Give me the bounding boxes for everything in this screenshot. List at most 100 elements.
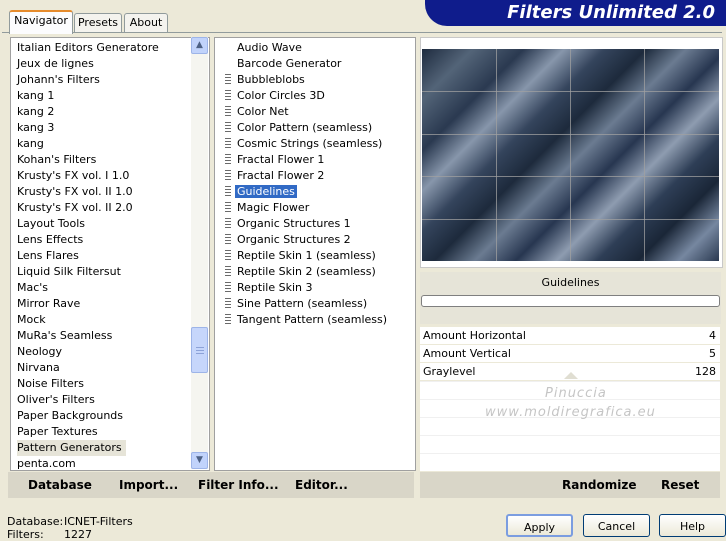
category-item[interactable]: Lens Effects <box>17 232 83 248</box>
filter-item-icon <box>225 186 231 196</box>
filter-item[interactable]: Color Pattern (seamless) <box>225 120 374 136</box>
filter-item[interactable]: Bubbleblobs <box>225 72 307 88</box>
reset-button[interactable]: Reset <box>661 472 699 498</box>
scroll-thumb[interactable] <box>191 327 208 373</box>
filter-item[interactable]: Tangent Pattern (seamless) <box>225 312 389 328</box>
category-item[interactable]: Krusty's FX vol. I 1.0 <box>17 168 129 184</box>
category-item[interactable]: kang 3 <box>17 120 54 136</box>
filter-item-label: Bubbleblobs <box>237 73 305 86</box>
category-item[interactable]: kang <box>17 136 44 152</box>
filter-item-icon <box>225 234 231 244</box>
category-item[interactable]: Paper Textures <box>17 424 98 440</box>
filter-item-icon <box>225 122 231 132</box>
filter-item-icon <box>225 202 231 212</box>
category-item[interactable]: Lens Flares <box>17 248 79 264</box>
database-button[interactable]: Database <box>28 472 92 498</box>
filter-item[interactable]: Fractal Flower 1 <box>225 152 326 168</box>
category-list[interactable]: Italian Editors Generatore Jeux de lignes… <box>10 37 210 471</box>
filter-item[interactable]: Barcode Generator <box>225 56 343 72</box>
category-item[interactable]: Nirvana <box>17 360 60 376</box>
category-item[interactable]: kang 2 <box>17 104 54 120</box>
scroll-down-icon[interactable]: ▼ <box>191 452 208 469</box>
filter-list[interactable]: Audio Wave Barcode Generator Bubbleblobs Co… <box>214 37 416 471</box>
filters-label: Filters: <box>7 528 44 541</box>
category-item[interactable]: Noise Filters <box>17 376 84 392</box>
filter-item-label: Color Circles 3D <box>237 89 325 102</box>
progress-bar <box>421 295 720 307</box>
param-label: Amount Horizontal <box>423 329 526 342</box>
filter-item[interactable]: Reptile Skin 3 <box>225 280 314 296</box>
filter-item-label: Cosmic Strings (seamless) <box>237 137 383 150</box>
randomize-button[interactable]: Randomize <box>562 472 636 498</box>
category-item[interactable]: Mock <box>17 312 46 328</box>
category-item[interactable]: Krusty's FX vol. II 2.0 <box>17 200 133 216</box>
cancel-button[interactable]: Cancel <box>583 514 650 537</box>
param-value[interactable]: 5 <box>709 345 716 362</box>
filter-item-label: Fractal Flower 1 <box>237 153 325 166</box>
filter-item[interactable]: Guidelines <box>225 184 297 200</box>
filter-item[interactable]: Magic Flower <box>225 200 311 216</box>
filter-item-icon <box>225 218 231 228</box>
param-row-empty <box>420 435 720 453</box>
filter-item-icon <box>225 298 231 308</box>
filter-item[interactable]: Reptile Skin 2 (seamless) <box>225 264 378 280</box>
filter-item-label: Reptile Skin 1 (seamless) <box>237 249 376 262</box>
filter-item-icon <box>225 138 231 148</box>
filter-item-icon <box>225 266 231 276</box>
filter-item-icon <box>225 74 231 84</box>
category-item[interactable]: Paper Backgrounds <box>17 408 123 424</box>
filter-item[interactable]: Fractal Flower 2 <box>225 168 326 184</box>
app-title: Filters Unlimited 2.0 <box>507 2 715 23</box>
filter-item-label: Guidelines <box>235 185 297 198</box>
category-item[interactable]: Layout Tools <box>17 216 85 232</box>
filter-item-label: Fractal Flower 2 <box>237 169 325 182</box>
slider-marker-icon <box>564 372 578 379</box>
param-row[interactable]: Amount Vertical 5 <box>420 345 720 362</box>
category-item[interactable]: kang 1 <box>17 88 54 104</box>
tab-navigator[interactable]: Navigator <box>9 10 73 34</box>
param-value[interactable]: 128 <box>695 363 716 380</box>
filter-item[interactable]: Sine Pattern (seamless) <box>225 296 369 312</box>
filter-item-icon <box>225 106 231 116</box>
filter-item-icon <box>225 170 231 180</box>
filter-item[interactable]: Audio Wave <box>225 40 304 56</box>
param-value[interactable]: 4 <box>709 327 716 344</box>
category-scrollbar[interactable]: ▲ ▼ <box>191 37 208 469</box>
param-label: Amount Vertical <box>423 347 511 360</box>
param-label: Graylevel <box>423 365 476 378</box>
category-item[interactable]: Oliver's Filters <box>17 392 95 408</box>
filter-info-button[interactable]: Filter Info... <box>198 472 279 498</box>
apply-button[interactable]: Apply <box>506 514 573 537</box>
category-item[interactable]: Johann's Filters <box>17 72 100 88</box>
database-value: ICNET-Filters <box>64 515 133 528</box>
filter-name-label: Guidelines <box>541 276 600 289</box>
filter-item[interactable]: Organic Structures 1 <box>225 216 353 232</box>
title-banner: Filters Unlimited 2.0 <box>425 0 726 26</box>
scroll-up-icon[interactable]: ▲ <box>191 37 208 54</box>
category-item[interactable]: MuRa's Seamless <box>17 328 112 344</box>
category-item[interactable]: Neology <box>17 344 62 360</box>
category-item[interactable]: Mirror Rave <box>17 296 80 312</box>
tab-about[interactable]: About <box>124 13 168 32</box>
category-item[interactable]: Jeux de lignes <box>17 56 94 72</box>
watermark-line-1: Pinuccia <box>545 386 607 401</box>
editor-button[interactable]: Editor... <box>295 472 348 498</box>
help-button[interactable]: Help <box>659 514 726 537</box>
category-item[interactable]: Italian Editors Generatore <box>17 40 159 56</box>
category-item[interactable]: Kohan's Filters <box>17 152 96 168</box>
preview-image <box>422 49 719 261</box>
category-item[interactable]: Pattern Generators <box>17 440 126 456</box>
filter-item-icon <box>225 250 231 260</box>
filter-item[interactable]: Color Circles 3D <box>225 88 327 104</box>
param-row[interactable]: Amount Horizontal 4 <box>420 327 720 344</box>
category-item[interactable]: penta.com <box>17 456 76 470</box>
category-item[interactable]: Krusty's FX vol. II 1.0 <box>17 184 133 200</box>
category-item[interactable]: Mac's <box>17 280 48 296</box>
tab-presets[interactable]: Presets <box>74 13 122 32</box>
filter-item[interactable]: Cosmic Strings (seamless) <box>225 136 384 152</box>
filter-item[interactable]: Reptile Skin 1 (seamless) <box>225 248 378 264</box>
import-button[interactable]: Import... <box>119 472 178 498</box>
filter-item[interactable]: Organic Structures 2 <box>225 232 353 248</box>
category-item[interactable]: Liquid Silk Filtersut <box>17 264 121 280</box>
filter-item[interactable]: Color Net <box>225 104 291 120</box>
